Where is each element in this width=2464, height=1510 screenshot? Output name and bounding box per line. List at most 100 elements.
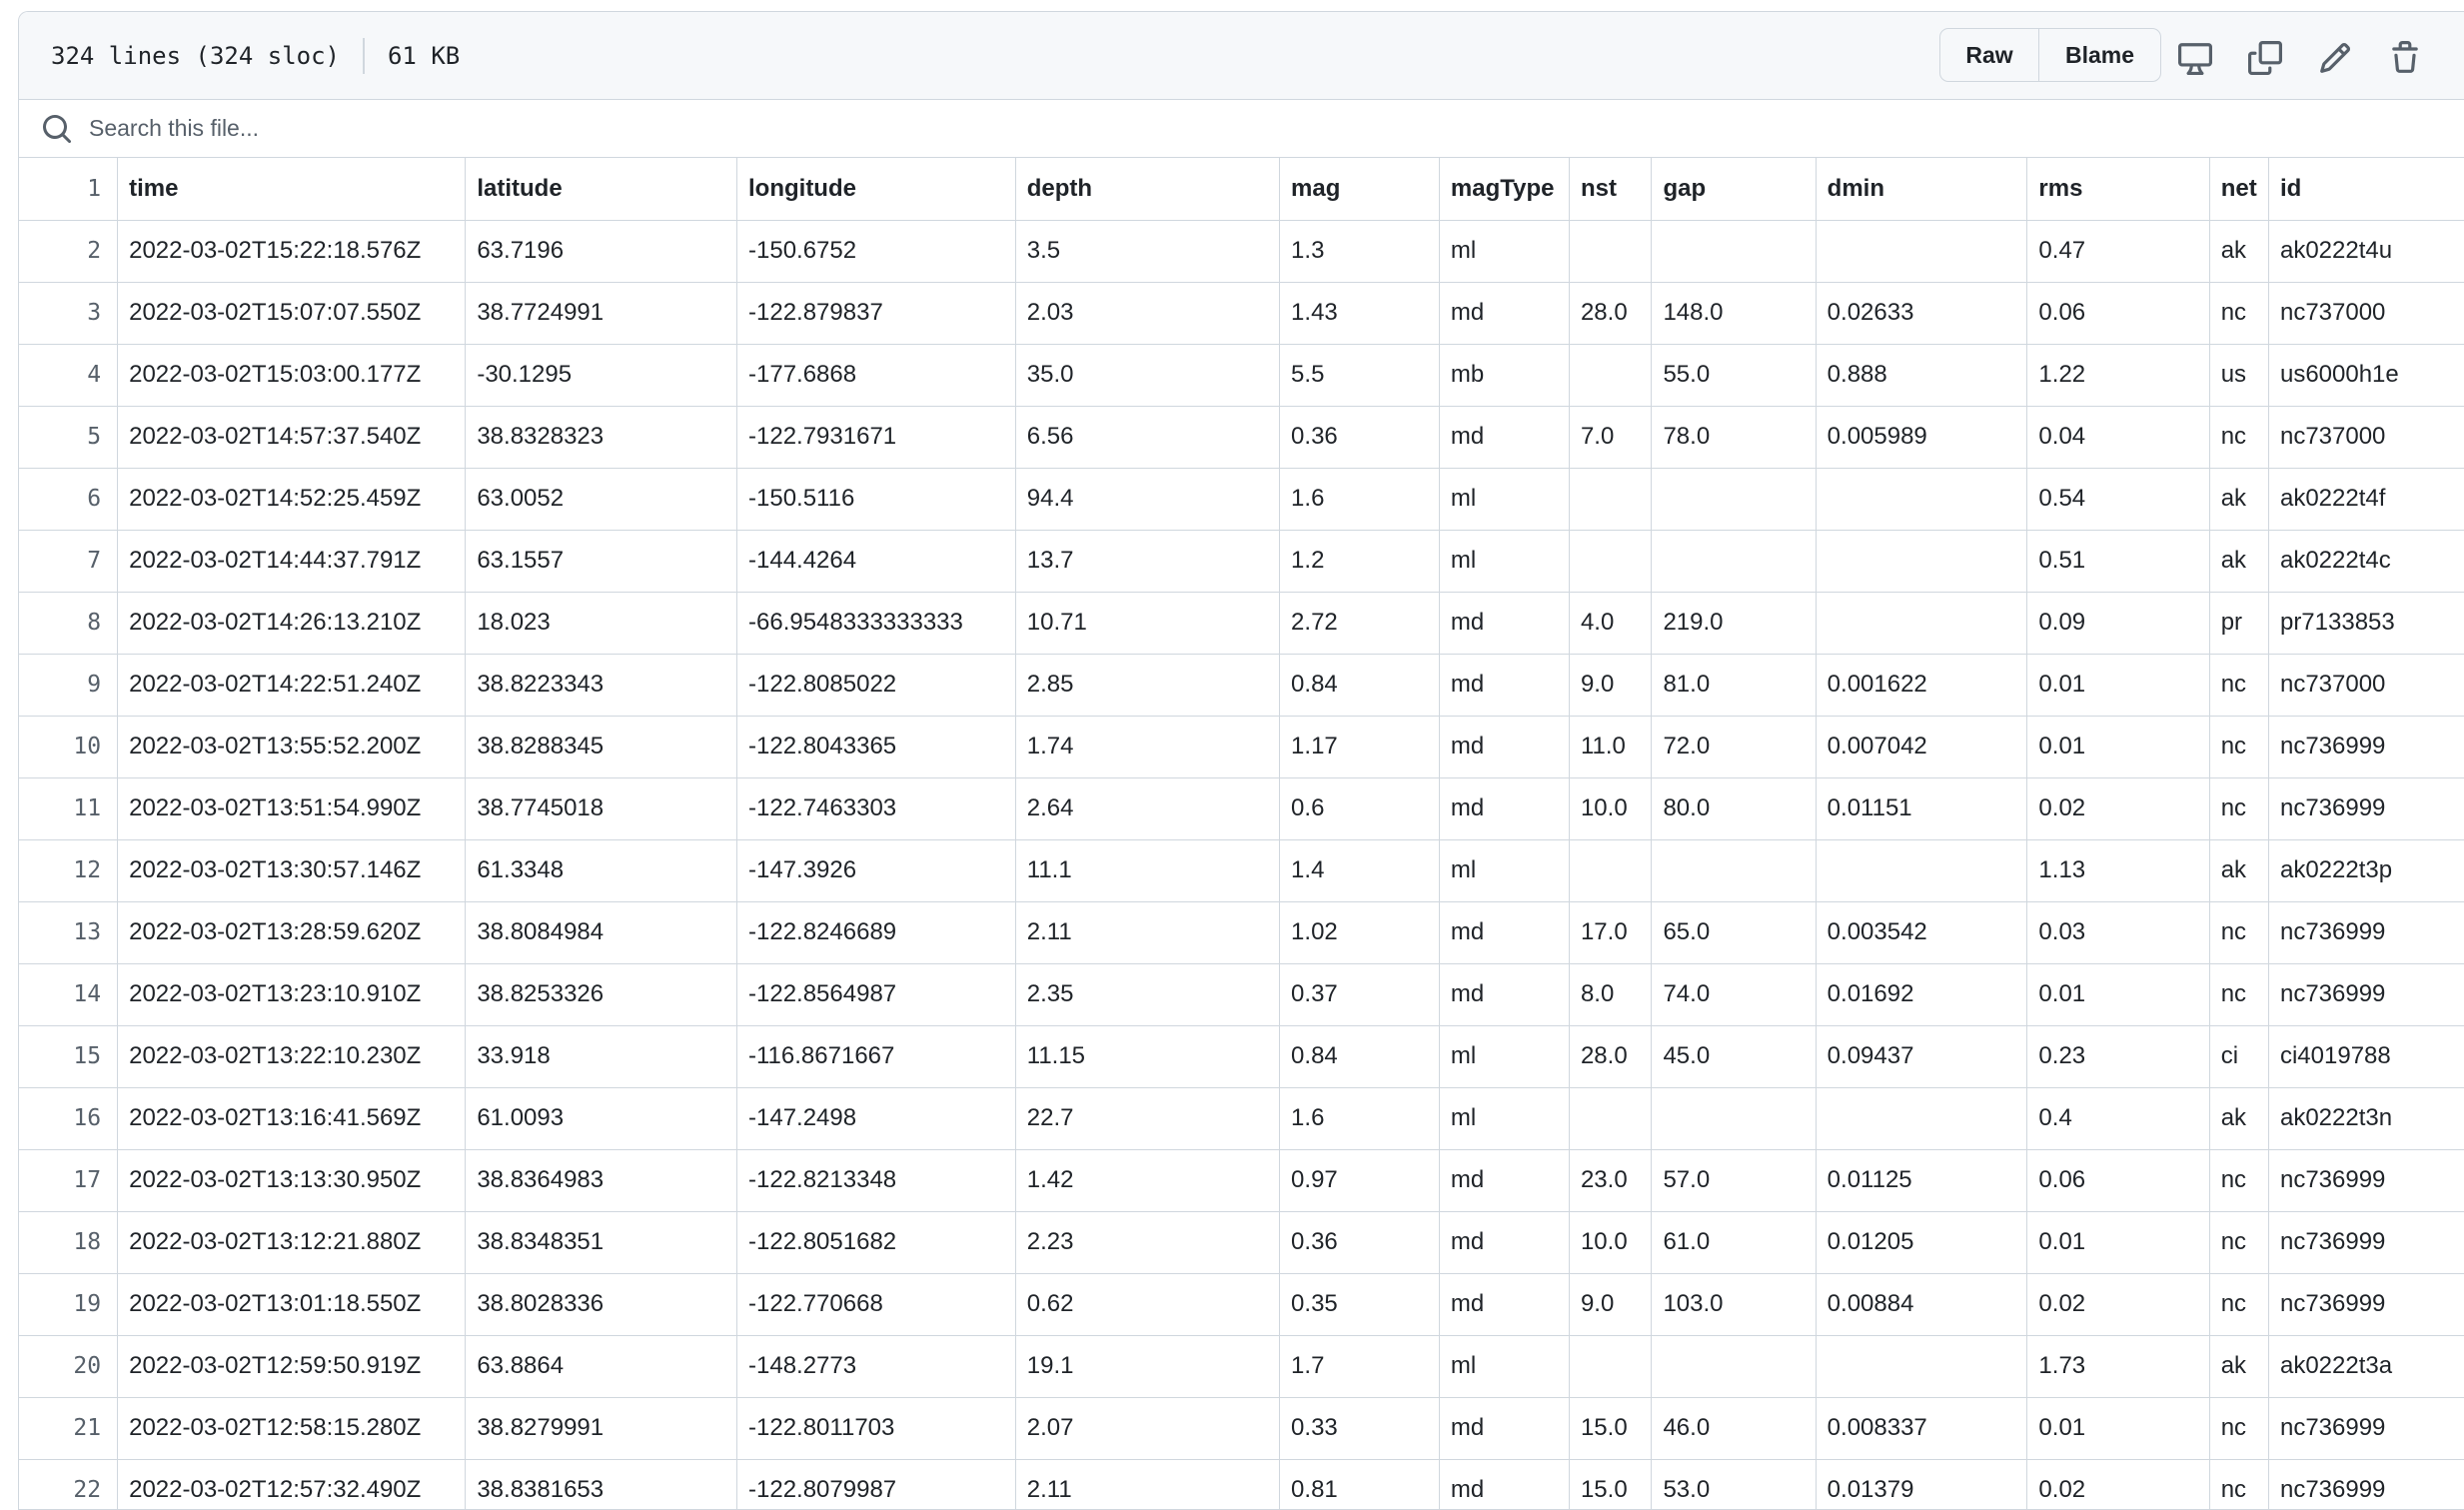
cell-net: nc xyxy=(2208,776,2269,840)
cell-magtype: md xyxy=(1438,281,1570,345)
cell-gap xyxy=(1651,467,1817,531)
cell-latitude: 63.0052 xyxy=(465,467,737,531)
line-number[interactable]: 10 xyxy=(19,715,119,778)
cell-longitude: -122.7463303 xyxy=(736,776,1016,840)
line-number[interactable]: 4 xyxy=(19,343,119,407)
cell-latitude: 38.8381653 xyxy=(465,1458,737,1509)
pencil-icon[interactable] xyxy=(2317,40,2353,76)
line-number[interactable]: 15 xyxy=(19,1024,119,1088)
cell-latitude: 38.8288345 xyxy=(465,715,737,778)
cell-magtype: ml xyxy=(1438,529,1570,593)
cell-mag: 0.35 xyxy=(1279,1272,1440,1336)
cell-mag: 0.81 xyxy=(1279,1458,1440,1509)
cell-mag: 1.02 xyxy=(1279,900,1440,964)
line-number[interactable]: 2 xyxy=(19,219,119,283)
cell-latitude: 38.7745018 xyxy=(465,776,737,840)
trash-icon[interactable] xyxy=(2387,40,2423,76)
cell-mag: 2.72 xyxy=(1279,591,1440,655)
cell-time: 2022-03-02T13:16:41.569Z xyxy=(117,1086,467,1150)
cell-depth: 2.11 xyxy=(1014,1458,1281,1509)
line-number[interactable]: 22 xyxy=(19,1458,119,1509)
cell-longitude: -122.770668 xyxy=(736,1272,1016,1336)
cell-mag: 1.17 xyxy=(1279,715,1440,778)
table-row: 4 2022-03-02T15:03:00.177Z -30.1295 -177.68… xyxy=(19,343,2464,407)
cell-nst xyxy=(1568,838,1653,902)
cell-id: nc736999 xyxy=(2267,1396,2464,1460)
search-input[interactable] xyxy=(87,114,890,143)
line-number[interactable]: 20 xyxy=(19,1334,119,1398)
cell-time: 2022-03-02T13:28:59.620Z xyxy=(117,900,467,964)
cell-latitude: 38.8364983 xyxy=(465,1148,737,1212)
cell-gap xyxy=(1651,219,1817,283)
cell-magtype: md xyxy=(1438,900,1570,964)
cell-longitude: -147.3926 xyxy=(736,838,1016,902)
column-header-id: id xyxy=(2267,158,2464,221)
cell-mag: 0.36 xyxy=(1279,405,1440,469)
cell-mag: 0.84 xyxy=(1279,653,1440,717)
cell-mag: 0.36 xyxy=(1279,1210,1440,1274)
cell-nst: 10.0 xyxy=(1568,1210,1653,1274)
cell-nst: 11.0 xyxy=(1568,715,1653,778)
cell-rms: 0.01 xyxy=(2026,962,2210,1026)
line-number[interactable]: 7 xyxy=(19,529,119,593)
cell-rms: 0.47 xyxy=(2026,219,2210,283)
line-number[interactable]: 19 xyxy=(19,1272,119,1336)
cell-longitude: -122.8043365 xyxy=(736,715,1016,778)
cell-time: 2022-03-02T13:55:52.200Z xyxy=(117,715,467,778)
cell-nst: 9.0 xyxy=(1568,1272,1653,1336)
cell-latitude: 38.8223343 xyxy=(465,653,737,717)
blame-button[interactable]: Blame xyxy=(2039,29,2160,81)
cell-magtype: md xyxy=(1438,591,1570,655)
cell-nst xyxy=(1568,1334,1653,1398)
cell-magtype: md xyxy=(1438,1396,1570,1460)
cell-dmin xyxy=(1815,591,2028,655)
cell-depth: 3.5 xyxy=(1014,219,1281,283)
cell-latitude: 38.8348351 xyxy=(465,1210,737,1274)
line-number[interactable]: 17 xyxy=(19,1148,119,1212)
line-number[interactable]: 16 xyxy=(19,1086,119,1150)
column-header-longitude: longitude xyxy=(736,158,1016,221)
line-number[interactable]: 5 xyxy=(19,405,119,469)
cell-net: ak xyxy=(2208,1086,2269,1150)
cell-depth: 2.35 xyxy=(1014,962,1281,1026)
cell-id: pr7133853 xyxy=(2267,591,2464,655)
cell-longitude: -122.8011703 xyxy=(736,1396,1016,1460)
raw-button[interactable]: Raw xyxy=(1940,29,2039,81)
copy-icon[interactable] xyxy=(2247,40,2283,76)
cell-net: nc xyxy=(2208,1272,2269,1336)
cell-dmin: 0.008337 xyxy=(1815,1396,2028,1460)
cell-dmin: 0.02633 xyxy=(1815,281,2028,345)
cell-gap: 81.0 xyxy=(1651,653,1817,717)
cell-magtype: ml xyxy=(1438,1086,1570,1150)
line-number[interactable]: 12 xyxy=(19,838,119,902)
file-size: 61 KB xyxy=(387,41,461,70)
cell-dmin: 0.01125 xyxy=(1815,1148,2028,1212)
cell-depth: 13.7 xyxy=(1014,529,1281,593)
cell-net: nc xyxy=(2208,962,2269,1026)
cell-nst: 28.0 xyxy=(1568,1024,1653,1088)
cell-net: nc xyxy=(2208,653,2269,717)
line-number[interactable]: 18 xyxy=(19,1210,119,1274)
cell-time: 2022-03-02T13:23:10.910Z xyxy=(117,962,467,1026)
cell-dmin: 0.09437 xyxy=(1815,1024,2028,1088)
cell-magtype: md xyxy=(1438,405,1570,469)
cell-rms: 0.01 xyxy=(2026,715,2210,778)
cell-net: nc xyxy=(2208,1458,2269,1509)
table-row: 5 2022-03-02T14:57:37.540Z 38.8328323 -122.… xyxy=(19,405,2464,469)
line-number[interactable]: 3 xyxy=(19,281,119,345)
line-number[interactable]: 6 xyxy=(19,467,119,531)
cell-time: 2022-03-02T15:22:18.576Z xyxy=(117,219,467,283)
cell-nst xyxy=(1568,529,1653,593)
desktop-icon[interactable] xyxy=(2177,40,2213,76)
line-number[interactable]: 1 xyxy=(19,158,119,221)
line-number[interactable]: 14 xyxy=(19,962,119,1026)
line-number[interactable]: 11 xyxy=(19,776,119,840)
cell-id: ci4019788 xyxy=(2267,1024,2464,1088)
line-number[interactable]: 13 xyxy=(19,900,119,964)
line-number[interactable]: 21 xyxy=(19,1396,119,1460)
cell-latitude: 18.023 xyxy=(465,591,737,655)
line-number[interactable]: 9 xyxy=(19,653,119,717)
table-row: 10 2022-03-02T13:55:52.200Z 38.8288345 -122… xyxy=(19,715,2464,778)
cell-longitude: -122.8564987 xyxy=(736,962,1016,1026)
line-number[interactable]: 8 xyxy=(19,591,119,655)
